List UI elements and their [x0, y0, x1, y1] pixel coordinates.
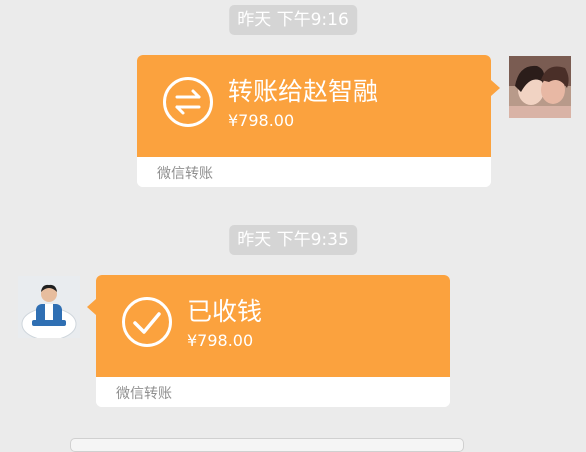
wechat-transfer-label: 微信转账	[116, 386, 172, 402]
transfer-card-footer: 微信转账	[137, 157, 491, 187]
bubble-tail	[87, 299, 96, 315]
avatar-man-in-suit[interactable]	[18, 276, 80, 338]
received-amount: ¥798.00	[187, 331, 254, 350]
timestamp-label: 昨天 下午9:35	[229, 225, 357, 255]
transfer-card-header: 转账给赵智融 ¥798.00	[137, 55, 491, 157]
transfer-amount: ¥798.00	[228, 111, 295, 130]
avatar-couple[interactable]	[509, 56, 571, 118]
wechat-transfer-label: 微信转账	[157, 166, 213, 182]
transfer-card-header: 已收钱 ¥798.00	[96, 275, 450, 377]
transfer-card-incoming[interactable]: 已收钱 ¥798.00 微信转账	[96, 275, 450, 407]
bubble-tail	[491, 80, 500, 96]
received-title: 已收钱	[187, 297, 263, 326]
checkmark-circle-icon	[122, 297, 172, 347]
transfer-arrows-icon	[163, 77, 213, 127]
transfer-card-footer: 微信转账	[96, 377, 450, 407]
transfer-title: 转账给赵智融	[228, 77, 379, 106]
timestamp-label: 昨天 下午9:16	[229, 5, 357, 35]
transfer-card-outgoing[interactable]: 转账给赵智融 ¥798.00 微信转账	[137, 55, 491, 187]
message-input-edge[interactable]	[70, 438, 464, 452]
